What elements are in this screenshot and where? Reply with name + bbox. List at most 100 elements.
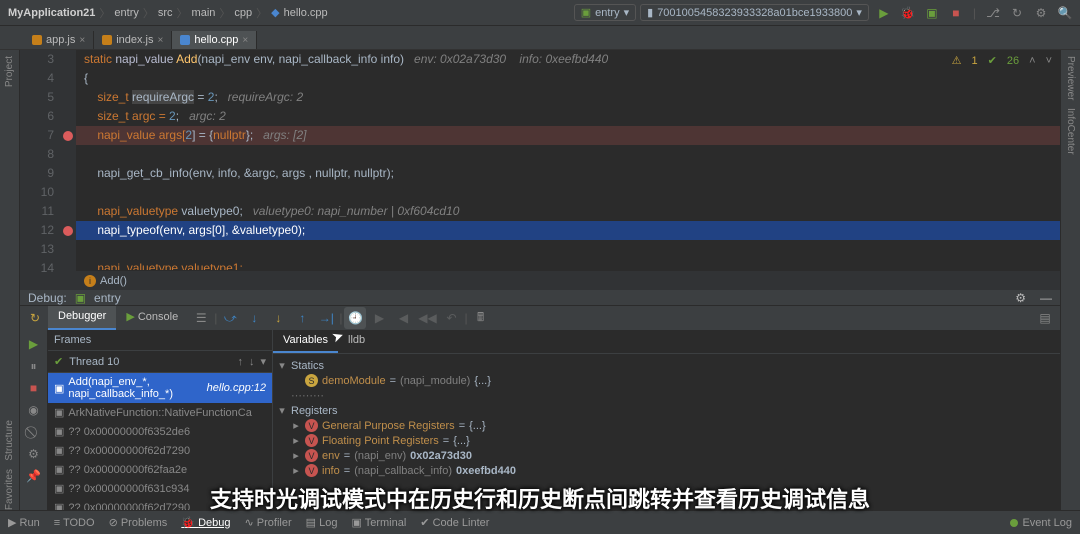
structure-tool[interactable]: Structure — [4, 420, 15, 461]
stop-button[interactable]: ■ — [949, 6, 963, 20]
next-frame-button[interactable]: ↓ — [249, 356, 255, 368]
terminal-tool[interactable]: ▣ Terminal — [351, 516, 406, 529]
crumb-5[interactable]: hello.cpp — [284, 7, 328, 19]
breadcrumbs[interactable]: MyApplication21〉 entry〉 src〉 main〉 cpp〉 … — [8, 5, 574, 21]
debug-button[interactable]: 🐞 — [901, 6, 915, 20]
undo-button[interactable]: ↶ — [440, 307, 462, 329]
registers-group[interactable]: Registers — [291, 405, 337, 417]
lldb-tab[interactable]: lldb — [338, 330, 375, 353]
rewind-button[interactable]: ◀◀ — [416, 307, 438, 329]
back-button[interactable]: ◀ — [392, 307, 414, 329]
thread-selector[interactable]: Thread 10 — [69, 356, 119, 368]
prev-frame-button[interactable]: ↑ — [237, 356, 243, 368]
breakpoint-gutter[interactable] — [60, 50, 76, 290]
debug-side-toolbar: ▶ ⏸ ■ ◉ ⃠ ⚙ 📌 — [20, 330, 48, 517]
restart-frame-button[interactable]: ↻ — [24, 307, 46, 329]
stop-debug-button[interactable]: ■ — [26, 380, 42, 396]
stack-frame[interactable]: ▣ ?? 0x00000000f6352de6 — [48, 422, 272, 441]
codelinter-tool[interactable]: ✔ Code Linter — [420, 516, 489, 529]
phone-icon: ▮ — [647, 6, 653, 19]
chevron-down-icon[interactable]: ▾ — [260, 355, 266, 368]
variables-tree[interactable]: ▾Statics S demoModule = (napi_module) {.… — [273, 354, 1060, 482]
view-breakpoints-button[interactable]: ◉ — [26, 402, 42, 418]
run-tool[interactable]: ▶ Run — [8, 516, 40, 529]
mute-breakpoints-button[interactable]: ⃠ — [26, 424, 42, 440]
run-to-cursor-button[interactable]: →| — [315, 307, 337, 329]
crumb-3[interactable]: main — [192, 7, 216, 19]
coverage-button[interactable]: ▣ — [925, 6, 939, 20]
infocenter-tool[interactable]: InfoCenter — [1065, 108, 1076, 155]
statics-group[interactable]: Statics — [291, 360, 324, 372]
step-into-button[interactable]: ↓ — [243, 307, 265, 329]
favorites-tool[interactable]: Favorites — [4, 469, 15, 510]
device-selector[interactable]: ▮ 7001005458323933328a01bce1933800 ▾ — [640, 4, 869, 21]
todo-tool[interactable]: ≡ TODO — [54, 517, 95, 529]
crumb-2[interactable]: src — [158, 7, 173, 19]
collapse-icon[interactable]: ▾ — [277, 359, 287, 372]
step-over-button[interactable]: ⤻ — [219, 307, 241, 329]
debug-tool[interactable]: 🐞 Debug — [181, 516, 230, 529]
step-out-button[interactable]: ↑ — [291, 307, 313, 329]
crumb-1[interactable]: entry — [114, 7, 138, 19]
pin-button[interactable]: 📌 — [26, 468, 42, 484]
expand-icon[interactable]: ▸ — [291, 464, 301, 477]
stack-frame[interactable]: ▣ ?? 0x00000000f62d7290 — [48, 441, 272, 460]
pause-button[interactable]: ⏸ — [26, 358, 42, 374]
breakpoint-icon[interactable] — [63, 226, 73, 236]
expand-icon[interactable]: ▸ — [291, 449, 301, 462]
hide-button[interactable]: — — [1040, 291, 1052, 305]
chevron-up-icon[interactable]: ˄ — [1029, 55, 1035, 67]
inspection-indicator[interactable]: ⚠1 ✔26 ˄˅ — [952, 54, 1052, 67]
sync-button[interactable]: ↻ — [1010, 6, 1024, 20]
frame-list[interactable]: ▣ Add(napi_env_*, napi_callback_info_*) … — [48, 373, 272, 517]
run-button[interactable]: ▶ — [877, 6, 891, 20]
settings-button[interactable]: ⚙ — [1034, 6, 1048, 20]
stack-frame[interactable]: ▣ ?? 0x00000000f62faa2e — [48, 460, 272, 479]
close-icon[interactable]: × — [158, 35, 164, 46]
profiler-tool[interactable]: ∿ Profiler — [245, 516, 292, 529]
var-badge-icon: V — [305, 434, 318, 447]
crumb-0[interactable]: MyApplication21 — [8, 7, 95, 19]
settings-debug-button[interactable]: ⚙ — [26, 446, 42, 462]
previewer-tool[interactable]: Previewer — [1065, 56, 1076, 100]
layout-button[interactable]: ▤ — [1034, 307, 1056, 329]
crumb-4[interactable]: cpp — [234, 7, 252, 19]
debugger-tab[interactable]: Debugger — [48, 306, 116, 330]
evaluate-button[interactable]: 🖩 — [470, 307, 492, 329]
tab-label: hello.cpp — [194, 34, 238, 46]
code-area[interactable]: ⚠1 ✔26 ˄˅ static napi_value Add(napi_env… — [76, 50, 1060, 290]
search-button[interactable]: 🔍 — [1058, 6, 1072, 20]
left-toolwindow-rail: Project Structure Favorites — [0, 50, 20, 510]
static-badge-icon: S — [305, 374, 318, 387]
project-tool[interactable]: Project — [4, 56, 15, 87]
log-tool[interactable]: ▤ Log — [306, 516, 338, 529]
stack-frame[interactable]: ▣ ArkNativeFunction::NativeFunctionCa — [48, 403, 272, 422]
console-tab[interactable]: ▶ Console — [116, 306, 188, 330]
tab-app-js[interactable]: app.js× — [24, 31, 94, 49]
resume-program-button[interactable]: ▶ — [26, 336, 42, 352]
expand-icon[interactable]: ▸ — [291, 419, 301, 432]
stack-frame[interactable]: ▣ Add(napi_env_*, napi_callback_info_*) … — [48, 373, 272, 403]
tab-index-js[interactable]: index.js× — [94, 31, 172, 49]
debug-config[interactable]: entry — [94, 291, 121, 305]
collapse-icon[interactable]: ▾ — [277, 404, 287, 417]
variables-tab[interactable]: Variables — [273, 330, 338, 353]
code-editor[interactable]: 34567891011121314 ⚠1 ✔26 ˄˅ static napi_… — [20, 50, 1060, 290]
close-icon[interactable]: × — [242, 35, 248, 46]
resume-button[interactable]: ▶ — [368, 307, 390, 329]
time-travel-button[interactable]: 🕘 — [344, 307, 366, 329]
event-log-tool[interactable]: Event Log — [1010, 517, 1072, 529]
threads-button[interactable]: ☰ — [190, 307, 212, 329]
warning-count: 1 — [972, 55, 978, 67]
close-icon[interactable]: × — [79, 35, 85, 46]
problems-tool[interactable]: ⊘ Problems — [109, 516, 168, 529]
stack-frame[interactable]: ▣ ?? 0x00000000f631c934 — [48, 479, 272, 498]
git-button[interactable]: ⎇ — [986, 6, 1000, 20]
breakpoint-icon[interactable] — [63, 131, 73, 141]
expand-icon[interactable]: ▸ — [291, 434, 301, 447]
debug-settings-button[interactable]: ⚙ — [1015, 291, 1026, 305]
tab-hello-cpp[interactable]: hello.cpp × — [172, 31, 257, 49]
force-step-into-button[interactable]: ↓ — [267, 307, 289, 329]
run-config-selector[interactable]: ▣ entry ▾ — [574, 4, 636, 21]
chevron-down-icon[interactable]: ˅ — [1046, 55, 1052, 67]
